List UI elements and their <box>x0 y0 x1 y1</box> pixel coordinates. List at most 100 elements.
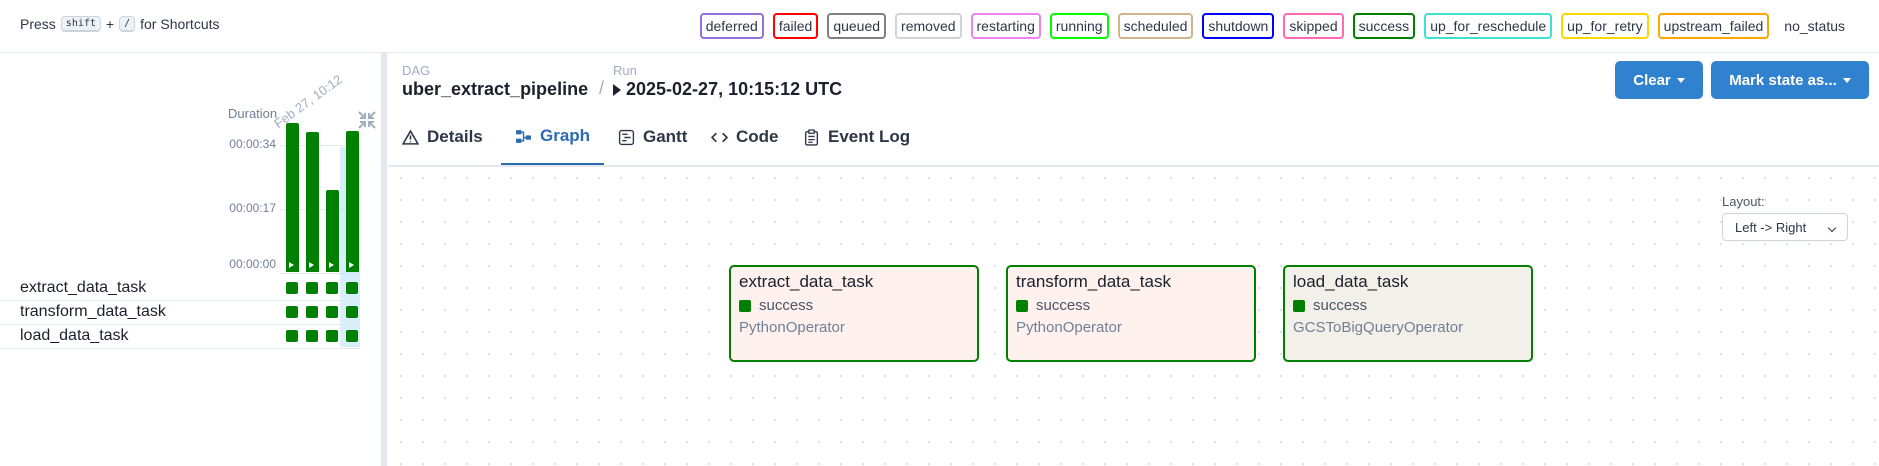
tab-event-log-label: Event Log <box>828 127 911 146</box>
run-duration-bar[interactable] <box>326 190 339 272</box>
state-square <box>1016 299 1028 312</box>
duration-tick-max: 00:00:34 <box>229 137 276 151</box>
task-instance-square[interactable] <box>326 282 338 294</box>
node-operator: PythonOperator <box>1016 319 1122 336</box>
state-square <box>739 299 751 312</box>
gantt-icon <box>618 129 635 145</box>
run-duration-bar[interactable] <box>306 132 319 272</box>
task-instance-square[interactable] <box>306 282 318 294</box>
mark-state-button-label: Mark state as... <box>1729 71 1837 89</box>
task-instance-square[interactable] <box>326 306 338 318</box>
mark-state-button[interactable]: Mark state as... <box>1711 61 1869 99</box>
chevron-down-icon <box>1842 77 1851 83</box>
legend-skipped[interactable]: skipped <box>1283 13 1344 39</box>
run-duration-bar[interactable] <box>286 123 299 272</box>
grid-task-row[interactable]: extract_data_task <box>0 276 360 301</box>
task-instance-square[interactable] <box>326 330 338 342</box>
shortcut-hint: Press shift + / for Shortcuts <box>20 16 220 32</box>
code-icon <box>711 132 728 142</box>
task-instance-square[interactable] <box>286 306 298 318</box>
duration-tick-zero: 00:00:00 <box>229 257 276 271</box>
legend-deferred[interactable]: deferred <box>699 13 764 39</box>
legend-up-for-reschedule[interactable]: up_for_reschedule <box>1424 13 1553 39</box>
clear-button[interactable]: Clear <box>1615 61 1703 99</box>
legend-scheduled[interactable]: scheduled <box>1117 13 1194 39</box>
tab-graph[interactable]: Graph <box>501 109 605 165</box>
task-instance-square[interactable] <box>286 330 298 342</box>
tab-gantt-label: Gantt <box>643 127 688 146</box>
tab-code-label: Code <box>736 127 779 146</box>
clear-button-label: Clear <box>1633 71 1671 89</box>
legend-failed[interactable]: failed <box>772 13 819 39</box>
legend-shutdown[interactable]: shutdown <box>1202 13 1275 39</box>
run-breadcrumb-label: Run <box>613 63 637 78</box>
task-instance-square[interactable] <box>306 306 318 318</box>
node-task-name: transform_data_task <box>1016 272 1171 291</box>
node-task-name: load_data_task <box>1293 272 1409 291</box>
pane-resize-handle[interactable] <box>381 53 387 466</box>
graph-node-transform[interactable]: transform_data_task success PythonOperat… <box>1006 265 1256 362</box>
node-operator: GCSToBigQueryOperator <box>1293 319 1464 336</box>
node-state-text: success <box>1313 297 1368 314</box>
task-instance-square[interactable] <box>286 282 298 294</box>
node-state-text: success <box>1036 297 1091 314</box>
legend-queued[interactable]: queued <box>827 13 887 39</box>
chevron-down-icon <box>1827 223 1837 233</box>
layout-select-value: Left -> Right <box>1735 219 1807 235</box>
run-duration-bar[interactable] <box>346 131 359 272</box>
legend-upstream-failed[interactable]: upstream_failed <box>1657 13 1770 39</box>
details-pane: DAG uber_extract_pipeline / Run 2025-02-… <box>388 53 1879 466</box>
task-name[interactable]: load_data_task <box>20 327 129 345</box>
legend-success[interactable]: success <box>1352 13 1416 39</box>
graph-icon <box>516 129 531 143</box>
shortcut-suffix-text: for Shortcuts <box>140 16 220 32</box>
graph-canvas[interactable]: Layout: Left -> Right extract_data_task … <box>390 167 1879 466</box>
dag-id-link[interactable]: uber_extract_pipeline <box>402 79 588 100</box>
duration-label: Duration <box>228 106 278 121</box>
run-id: 2025-02-27, 10:15:12 UTC <box>626 79 843 99</box>
grid-task-row[interactable]: transform_data_task <box>0 300 360 325</box>
node-state-text: success <box>759 297 814 314</box>
shift-key: shift <box>60 16 101 32</box>
graph-node-load[interactable]: load_data_task success GCSToBigQueryOper… <box>1283 265 1533 362</box>
tab-details[interactable]: Details <box>388 109 497 165</box>
chevron-down-icon <box>1676 77 1685 83</box>
node-state: success <box>739 297 813 314</box>
legend-up-for-retry[interactable]: up_for_retry <box>1561 13 1649 39</box>
tab-gantt[interactable]: Gantt <box>604 109 701 165</box>
tab-graph-label: Graph <box>540 126 591 145</box>
dag-breadcrumb-label: DAG <box>402 63 431 78</box>
clipboard-icon <box>804 128 819 146</box>
task-instance-square[interactable] <box>346 306 358 318</box>
legend-removed[interactable]: removed <box>895 13 962 39</box>
warning-icon <box>402 129 419 145</box>
state-legend: deferred failed queued removed restartin… <box>699 13 1851 39</box>
task-instance-square[interactable] <box>346 282 358 294</box>
tab-event-log[interactable]: Event Log <box>789 109 924 165</box>
tab-bar: Details Graph Gantt Code Event Log <box>388 109 1879 167</box>
run-breadcrumb[interactable]: 2025-02-27, 10:15:12 UTC <box>613 79 842 100</box>
plus-text: + <box>105 16 115 32</box>
grid-pane: Duration Feb 27, 10:12 00:00:34 00:00:17… <box>0 53 380 466</box>
top-bar: Press shift + / for Shortcuts deferred f… <box>0 0 1879 53</box>
play-icon <box>613 83 621 96</box>
task-instance-square[interactable] <box>346 330 358 342</box>
grid-task-row[interactable]: load_data_task <box>0 324 360 349</box>
state-square <box>1293 299 1305 312</box>
tab-code[interactable]: Code <box>697 109 793 165</box>
graph-node-extract[interactable]: extract_data_task success PythonOperator <box>729 265 979 362</box>
node-task-name: extract_data_task <box>739 272 874 291</box>
task-name[interactable]: transform_data_task <box>20 303 166 321</box>
layout-select[interactable]: Left -> Right <box>1722 213 1848 241</box>
tab-details-label: Details <box>427 127 483 146</box>
legend-restarting[interactable]: restarting <box>970 13 1041 39</box>
node-operator: PythonOperator <box>739 319 845 336</box>
task-name[interactable]: extract_data_task <box>20 279 146 297</box>
layout-label: Layout: <box>1722 194 1765 209</box>
legend-no-status[interactable]: no_status <box>1778 13 1851 39</box>
task-instance-square[interactable] <box>306 330 318 342</box>
node-state: success <box>1016 297 1090 314</box>
legend-running[interactable]: running <box>1049 13 1109 39</box>
slash-key: / <box>119 16 136 32</box>
duration-bars <box>282 120 362 272</box>
